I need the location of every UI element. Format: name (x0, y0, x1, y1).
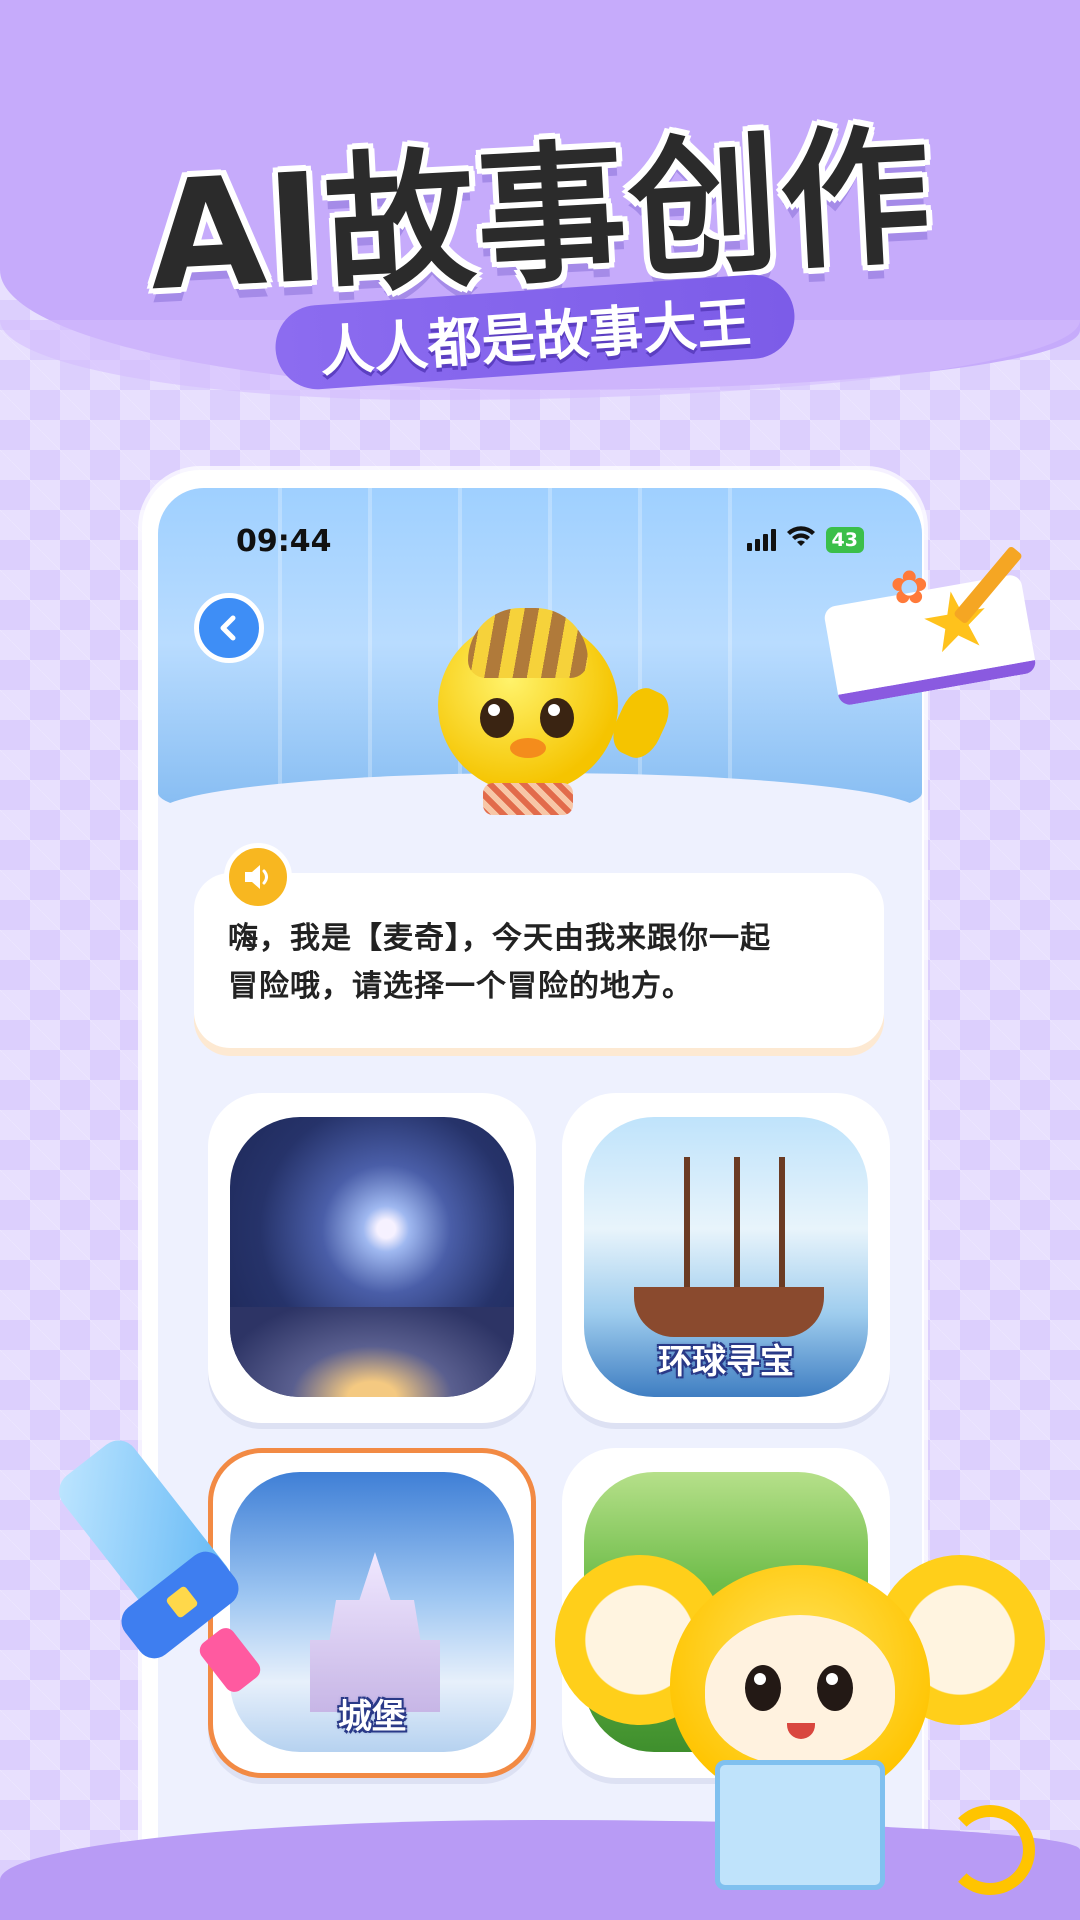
scene-header: 09:44 43 (158, 488, 922, 833)
place-card-treasure[interactable]: 环球寻宝 (562, 1093, 890, 1423)
status-time: 09:44 (236, 524, 332, 559)
monkey-mascot (555, 1545, 1055, 1920)
chick-mascot (428, 608, 677, 818)
sword-sticker (51, 1432, 265, 1700)
place-label: 城堡 (338, 1697, 406, 1737)
place-label: 宇宙 (338, 1342, 406, 1382)
universe-image: 宇宙 (230, 1117, 514, 1397)
storybook-sticker: ✿ ★ (820, 540, 1050, 710)
wifi-icon (786, 526, 816, 554)
speech-card: 嗨，我是【麦奇】，今天由我来跟你一起 冒险哦，请选择一个冒险的地方。 (194, 843, 884, 1048)
ship-image: 环球寻宝 (584, 1117, 868, 1397)
speaker-button[interactable] (224, 843, 292, 911)
castle-image: 城堡 (230, 1472, 514, 1752)
back-button[interactable] (194, 593, 264, 663)
place-card-universe[interactable]: 宇宙 (208, 1093, 536, 1423)
speech-line-1: 嗨，我是【麦奇】，今天由我来跟你一起 (228, 921, 771, 956)
speech-line-2: 冒险哦，请选择一个冒险的地方。 (228, 969, 693, 1004)
speaker-icon (245, 865, 268, 889)
chevron-left-icon (220, 615, 236, 641)
signal-icon (746, 529, 776, 551)
place-label: 环球寻宝 (658, 1342, 794, 1382)
